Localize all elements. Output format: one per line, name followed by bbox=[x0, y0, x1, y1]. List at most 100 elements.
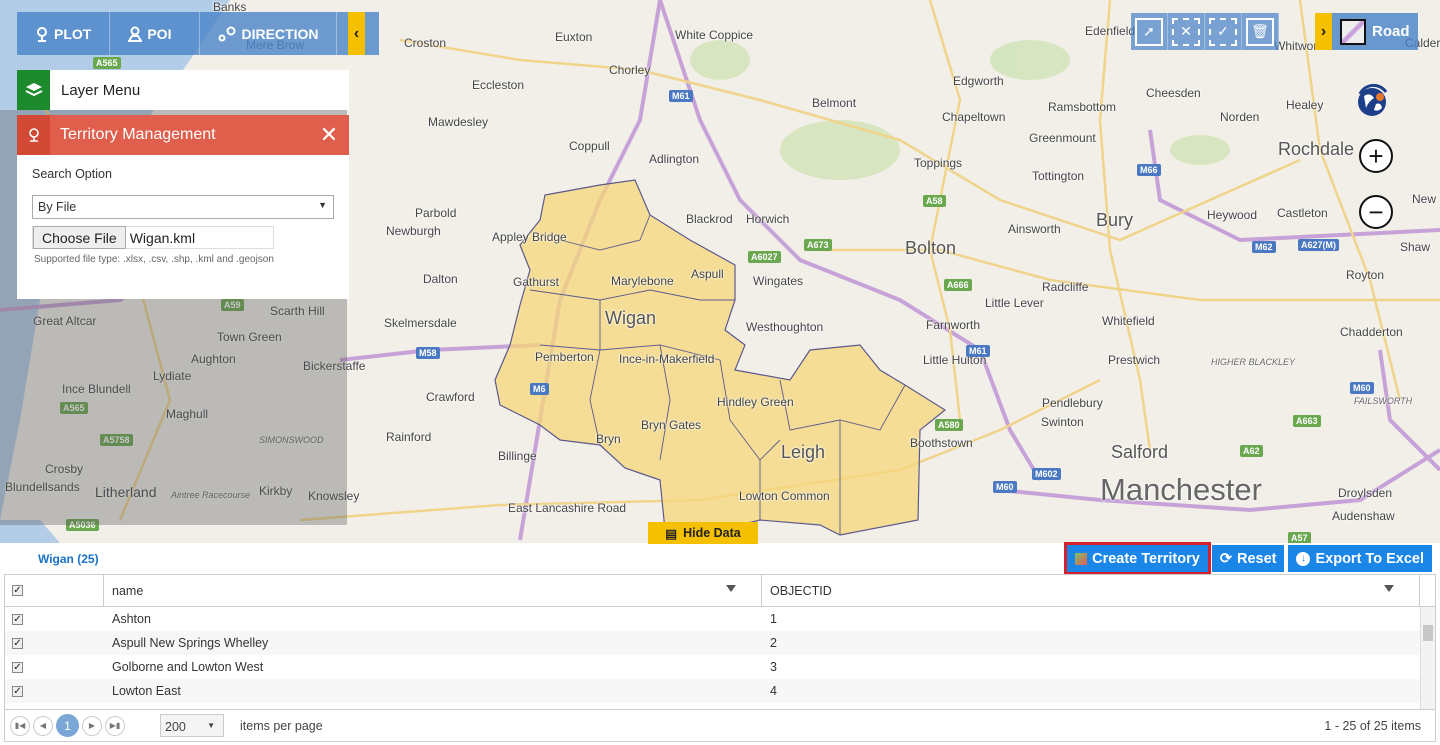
page-size-select[interactable]: 200 ▼ bbox=[160, 714, 224, 737]
direction-button[interactable]: DIRECTION bbox=[200, 12, 338, 55]
place-label: Rainford bbox=[386, 430, 432, 444]
last-page-button[interactable]: ▶▮ bbox=[105, 715, 125, 736]
table-icon: ▤ bbox=[665, 526, 678, 541]
download-icon: ↓ bbox=[1296, 551, 1311, 566]
choose-file-button[interactable]: Choose File bbox=[33, 226, 126, 249]
current-page-button[interactable]: 1 bbox=[56, 714, 79, 737]
place-label: Norden bbox=[1220, 110, 1260, 124]
road-marker: A58 bbox=[923, 195, 946, 207]
layer-tab-wigan[interactable]: Wigan (25) bbox=[38, 552, 99, 566]
territory-management-panel: Territory Management ✕ Search Option By … bbox=[17, 115, 349, 299]
reset-button[interactable]: ⟳ Reset bbox=[1211, 545, 1285, 572]
page-size-value: 200 bbox=[165, 720, 186, 734]
map-style-button[interactable]: Road bbox=[1332, 13, 1418, 50]
refresh-icon: ⟳ bbox=[1219, 550, 1232, 567]
place-label: Bury bbox=[1096, 210, 1134, 230]
place-label: Audenshaw bbox=[1332, 509, 1395, 523]
zoom-out-button[interactable]: − bbox=[1359, 195, 1393, 229]
place-label: Ainsworth bbox=[1008, 222, 1061, 236]
place-label: Lowton Common bbox=[739, 489, 830, 503]
place-label: Appley Bridge bbox=[492, 230, 567, 244]
grid-body: ✓ Ashton 1 ✓ Aspull New Springs Whelley 2 ✓ Gol… bbox=[5, 607, 1435, 710]
road-marker: M60 bbox=[1350, 382, 1374, 394]
place-label: Chorley bbox=[609, 63, 651, 77]
search-option-value: By File bbox=[38, 200, 77, 214]
place-label: Crawford bbox=[426, 390, 475, 404]
place-label: Westhoughton bbox=[746, 320, 824, 334]
row-checkbox[interactable]: ✓ bbox=[12, 613, 23, 625]
map-style-chevron-right-icon[interactable]: › bbox=[1315, 13, 1332, 50]
clear-selection-button[interactable]: ✕ bbox=[1168, 13, 1205, 50]
collapse-toolbar-chevron-left-icon[interactable]: ‹ bbox=[348, 12, 365, 55]
road-marker: M60 bbox=[993, 481, 1017, 493]
cell-objectid: 3 bbox=[770, 660, 777, 674]
pager-summary: 1 - 25 of 25 items bbox=[1324, 718, 1421, 733]
filter-icon[interactable] bbox=[726, 585, 736, 592]
prev-page-button[interactable]: ◀ bbox=[33, 715, 53, 736]
road-marker: M58 bbox=[416, 347, 440, 359]
delete-button[interactable]: 🗑 bbox=[1242, 13, 1279, 50]
cell-objectid: 4 bbox=[770, 684, 777, 698]
place-label: Croston bbox=[404, 36, 447, 50]
place-label: Toppings bbox=[914, 156, 963, 170]
filter-icon[interactable] bbox=[1384, 585, 1394, 592]
row-checkbox[interactable]: ✓ bbox=[12, 661, 23, 673]
direction-icon bbox=[218, 26, 236, 41]
pager: ▮◀ ◀ 1 ▶ ▶▮ 200 ▼ items per page 1 - 25 o… bbox=[5, 709, 1435, 741]
select-pointer-button[interactable]: ➚ bbox=[1131, 13, 1168, 50]
table-row[interactable]: ✓ Ashton 1 bbox=[5, 607, 1435, 631]
road-marker: A62 bbox=[1240, 445, 1263, 457]
row-checkbox[interactable]: ✓ bbox=[12, 637, 23, 649]
road-map-icon bbox=[1340, 18, 1366, 45]
road-marker: A6027 bbox=[748, 251, 781, 263]
place-label: Castleton bbox=[1277, 206, 1328, 220]
selection-tools: ➚ ✕ ✓ 🗑 bbox=[1131, 13, 1279, 50]
table-row[interactable]: ✓ Lowton East 4 bbox=[5, 679, 1435, 703]
grid-header: ✓ name OBJECTID bbox=[5, 575, 1435, 607]
place-label: Boothstown bbox=[910, 436, 973, 450]
poi-icon bbox=[128, 26, 143, 42]
next-page-button[interactable]: ▶ bbox=[82, 715, 102, 736]
place-label: Manchester bbox=[1100, 472, 1262, 507]
table-row[interactable]: ✓ Golborne and Lowton West 3 bbox=[5, 655, 1435, 679]
map[interactable]: Banks Croston Euxton White Coppice Chorley Ed… bbox=[0, 0, 1440, 543]
zoom-in-button[interactable]: + bbox=[1359, 139, 1393, 173]
cell-objectid: 2 bbox=[770, 636, 777, 650]
place-label: Whitefield bbox=[1102, 314, 1155, 328]
export-excel-button[interactable]: ↓ Export To Excel bbox=[1288, 545, 1432, 572]
confirm-selection-button[interactable]: ✓ bbox=[1205, 13, 1242, 50]
row-checkbox[interactable]: ✓ bbox=[12, 685, 23, 697]
place-label: Parbold bbox=[415, 206, 457, 220]
place-label: Wingates bbox=[753, 274, 804, 288]
vertical-scrollbar[interactable] bbox=[1420, 607, 1435, 710]
close-icon[interactable]: ✕ bbox=[309, 122, 349, 148]
road-marker: A673 bbox=[804, 239, 832, 251]
place-label: Edenfield bbox=[1085, 24, 1136, 38]
select-all-checkbox[interactable]: ✓ bbox=[12, 585, 23, 596]
place-label: Bryn bbox=[596, 432, 621, 446]
column-header-objectid[interactable]: OBJECTID bbox=[762, 575, 1420, 606]
column-header-name[interactable]: name bbox=[104, 575, 762, 606]
place-label: Pemberton bbox=[535, 350, 594, 364]
table-row[interactable]: ✓ Aspull New Springs Whelley 2 bbox=[5, 631, 1435, 655]
place-label: Swinton bbox=[1041, 415, 1084, 429]
hide-data-button[interactable]: ▤ Hide Data bbox=[648, 522, 758, 544]
layer-menu[interactable]: Layer Menu bbox=[17, 70, 349, 110]
first-page-button[interactable]: ▮◀ bbox=[10, 715, 30, 736]
road-marker: A580 bbox=[935, 419, 963, 431]
place-label: Adlington bbox=[649, 152, 700, 166]
road-marker: M6 bbox=[530, 383, 549, 395]
search-option-select[interactable]: By File ▼ bbox=[32, 195, 334, 219]
place-label: New bbox=[1412, 192, 1437, 206]
place-label: Prestwich bbox=[1108, 353, 1161, 367]
search-option-label: Search Option bbox=[32, 167, 112, 181]
globe-refresh-icon[interactable] bbox=[1354, 82, 1392, 120]
poi-button[interactable]: POI bbox=[20, 12, 201, 55]
place-label: Billinge bbox=[498, 449, 537, 463]
place-label: Edgworth bbox=[953, 74, 1004, 88]
place-label: Farnworth bbox=[926, 318, 981, 332]
create-territory-button[interactable]: Create Territory bbox=[1064, 542, 1211, 575]
road-marker: A57 bbox=[1288, 532, 1311, 543]
poi-label: POI bbox=[147, 25, 172, 42]
file-input[interactable]: Choose File Wigan.kml bbox=[32, 226, 274, 249]
